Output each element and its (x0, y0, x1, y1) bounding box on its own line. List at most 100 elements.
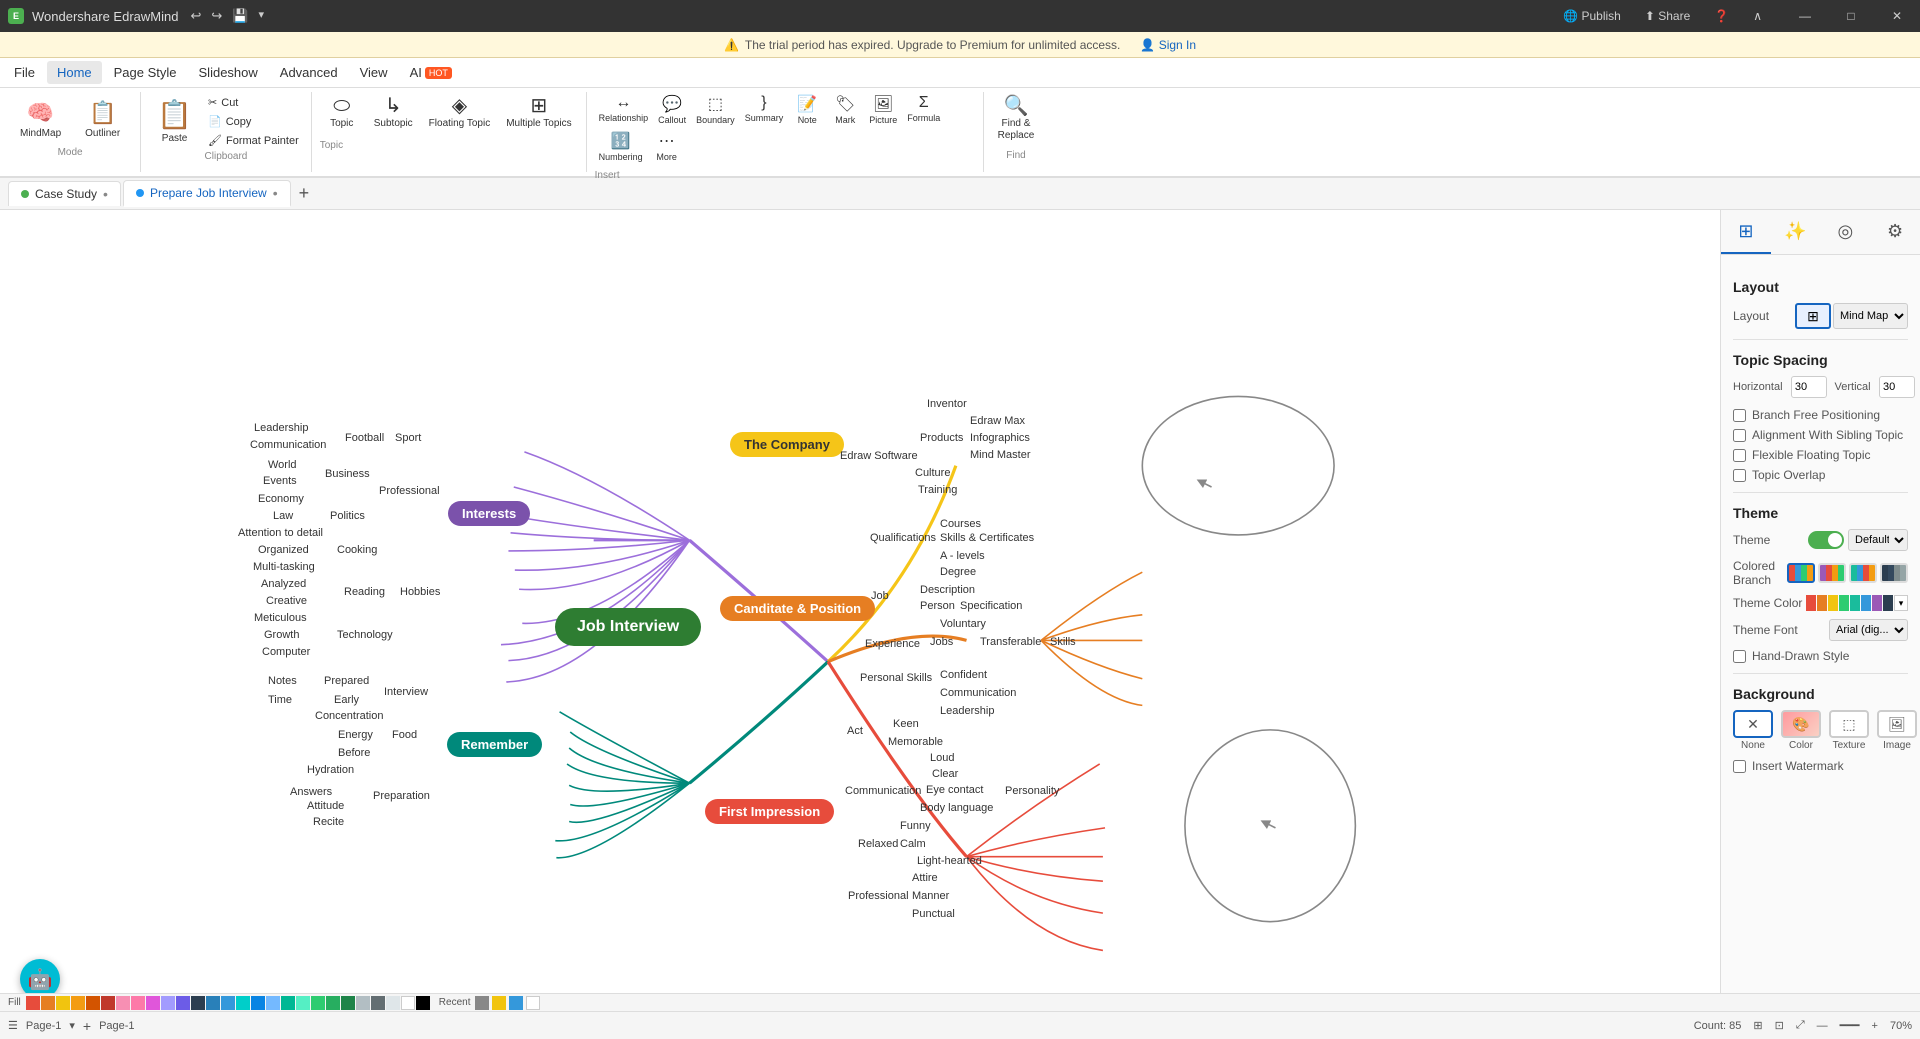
cb-opt-2[interactable] (1818, 563, 1846, 583)
swatch-mint[interactable] (296, 996, 310, 1010)
tc-dark[interactable] (1883, 595, 1893, 611)
leaf-job[interactable]: Job (871, 590, 889, 602)
multiple-topics-btn[interactable]: ⊞ Multiple Topics (500, 92, 577, 134)
swatch-dodger-blue[interactable] (251, 996, 265, 1010)
swatch-light-blue[interactable] (221, 996, 235, 1010)
tc-blue[interactable] (1861, 595, 1871, 611)
recent-swatch4[interactable] (526, 996, 540, 1010)
layout-dropdown[interactable]: Mind Map (1833, 303, 1908, 329)
leaf-edraw-max[interactable]: Edraw Max (970, 415, 1025, 427)
hand-drawn-row[interactable]: Hand-Drawn Style (1733, 649, 1908, 663)
paste-btn[interactable]: 📋 Paste (149, 94, 200, 149)
leaf-comm2[interactable]: Communication (940, 687, 1016, 699)
leaf-a-levels[interactable]: A - levels (940, 550, 985, 562)
leaf-memorable[interactable]: Memorable (888, 736, 943, 748)
leaf-products[interactable]: Products (920, 432, 963, 444)
swatch-black[interactable] (416, 996, 430, 1010)
color-strip[interactable]: ▾ (1806, 595, 1908, 611)
leaf-leadership2[interactable]: Leadership (940, 705, 994, 717)
menu-home[interactable]: Home (47, 61, 102, 84)
checkbox-branch-free-input[interactable] (1733, 409, 1746, 422)
leaf-politics[interactable]: Politics (330, 510, 365, 522)
floating-topic-btn[interactable]: ◈ Floating Topic (423, 92, 497, 134)
tc-red[interactable] (1806, 595, 1816, 611)
leaf-attention[interactable]: Attention to detail (238, 527, 323, 539)
tab-case-study[interactable]: Case Study • (8, 181, 121, 206)
leaf-degree[interactable]: Degree (940, 566, 976, 578)
menu-view[interactable]: View (350, 61, 398, 84)
save-file-btn[interactable]: 💾 (228, 6, 252, 26)
mark-btn[interactable]: 🏷 Mark (827, 92, 863, 127)
checkbox-flexible[interactable]: Flexible Floating Topic (1733, 448, 1908, 462)
leaf-leadership[interactable]: Leadership (254, 422, 308, 434)
bg-image[interactable]: 🖼 Image (1877, 710, 1917, 751)
horizontal-input[interactable] (1791, 376, 1827, 398)
leaf-growth[interactable]: Growth (264, 629, 299, 641)
bg-texture[interactable]: ⬚ Texture (1829, 710, 1869, 751)
leaf-attire[interactable]: Attire (912, 872, 938, 884)
node-first-impression[interactable]: First Impression (705, 799, 834, 824)
theme-toggle[interactable] (1808, 531, 1844, 549)
recent-swatch2[interactable] (492, 996, 506, 1010)
leaf-relaxed[interactable]: Relaxed (858, 838, 898, 850)
node-company[interactable]: The Company (730, 432, 844, 457)
leaf-training[interactable]: Training (918, 484, 957, 496)
hand-drawn-checkbox[interactable] (1733, 650, 1746, 663)
leaf-notes[interactable]: Notes (268, 675, 297, 687)
leaf-communication[interactable]: Communication (250, 439, 326, 451)
swatch-magenta[interactable] (146, 996, 160, 1010)
checkbox-flexible-input[interactable] (1733, 449, 1746, 462)
zoom-in-btn[interactable]: + (1872, 1020, 1878, 1032)
node-job-interview[interactable]: Job Interview (555, 608, 701, 646)
leaf-light-hearted[interactable]: Light-hearted (917, 855, 982, 867)
subtopic-btn[interactable]: ↳ Subtopic (368, 92, 419, 134)
canvas[interactable]: Job Interview Interests Leadership Commu… (0, 210, 1720, 1009)
checkbox-alignment[interactable]: Alignment With Sibling Topic (1733, 428, 1908, 442)
panel-tab-location[interactable]: ◎ (1821, 210, 1871, 254)
zoom-slider[interactable]: ━━━ (1840, 1019, 1860, 1032)
leaf-cooking[interactable]: Cooking (337, 544, 377, 556)
leaf-jobs[interactable]: Jobs (930, 636, 953, 648)
summary-btn[interactable]: } Summary (741, 92, 788, 127)
find-replace-btn[interactable]: 🔍 Find &Replace (992, 92, 1041, 146)
redo-btn[interactable]: ↪ (207, 6, 226, 26)
leaf-skills[interactable]: Skills (1050, 636, 1076, 648)
panel-tab-layout[interactable]: ⊞ (1721, 210, 1771, 254)
leaf-voluntary[interactable]: Voluntary (940, 618, 986, 630)
leaf-analyzed[interactable]: Analyzed (261, 578, 306, 590)
fullscreen-btn[interactable]: ⤢ (1796, 1019, 1805, 1032)
leaf-sport[interactable]: Sport (395, 432, 421, 444)
swatch-light-pink[interactable] (131, 996, 145, 1010)
leaf-professional[interactable]: Professional (379, 485, 440, 497)
leaf-person[interactable]: Person (920, 600, 955, 612)
checkbox-overlap-input[interactable] (1733, 469, 1746, 482)
leaf-confident[interactable]: Confident (940, 669, 987, 681)
copy-btn[interactable]: 📄 Copy (204, 113, 303, 130)
swatch-sky-blue[interactable] (266, 996, 280, 1010)
checkbox-branch-free[interactable]: Branch Free Positioning (1733, 408, 1908, 422)
swatch-pink[interactable] (116, 996, 130, 1010)
swatch-green[interactable] (311, 996, 325, 1010)
swatch-purple[interactable] (176, 996, 190, 1010)
leaf-hobbies[interactable]: Hobbies (400, 586, 440, 598)
swatch-light-gray[interactable] (356, 996, 370, 1010)
leaf-organized[interactable]: Organized (258, 544, 309, 556)
cb-opt-3[interactable] (1849, 563, 1877, 583)
leaf-meticulous[interactable]: Meticulous (254, 612, 307, 624)
menu-slideshow[interactable]: Slideshow (189, 61, 268, 84)
swatch-dark-orange[interactable] (86, 996, 100, 1010)
topic-btn[interactable]: ⬭ Topic (320, 92, 364, 134)
panel-tab-settings[interactable]: ⚙ (1870, 210, 1920, 254)
tab-close-case-study[interactable]: • (103, 186, 108, 202)
leaf-recite[interactable]: Recite (313, 816, 344, 828)
close-btn[interactable]: ✕ (1874, 0, 1920, 32)
formula-btn[interactable]: Σ Formula (903, 92, 944, 127)
leaf-keen[interactable]: Keen (893, 718, 919, 730)
publish-btn[interactable]: 🌐 Publish (1555, 5, 1629, 27)
add-page-btn[interactable]: + (83, 1018, 91, 1034)
leaf-before[interactable]: Before (338, 747, 370, 759)
cb-opt-4[interactable] (1880, 563, 1908, 583)
panel-tab-style[interactable]: ✨ (1771, 210, 1821, 254)
leaf-concentration[interactable]: Concentration (315, 710, 384, 722)
swatch-blue[interactable] (206, 996, 220, 1010)
